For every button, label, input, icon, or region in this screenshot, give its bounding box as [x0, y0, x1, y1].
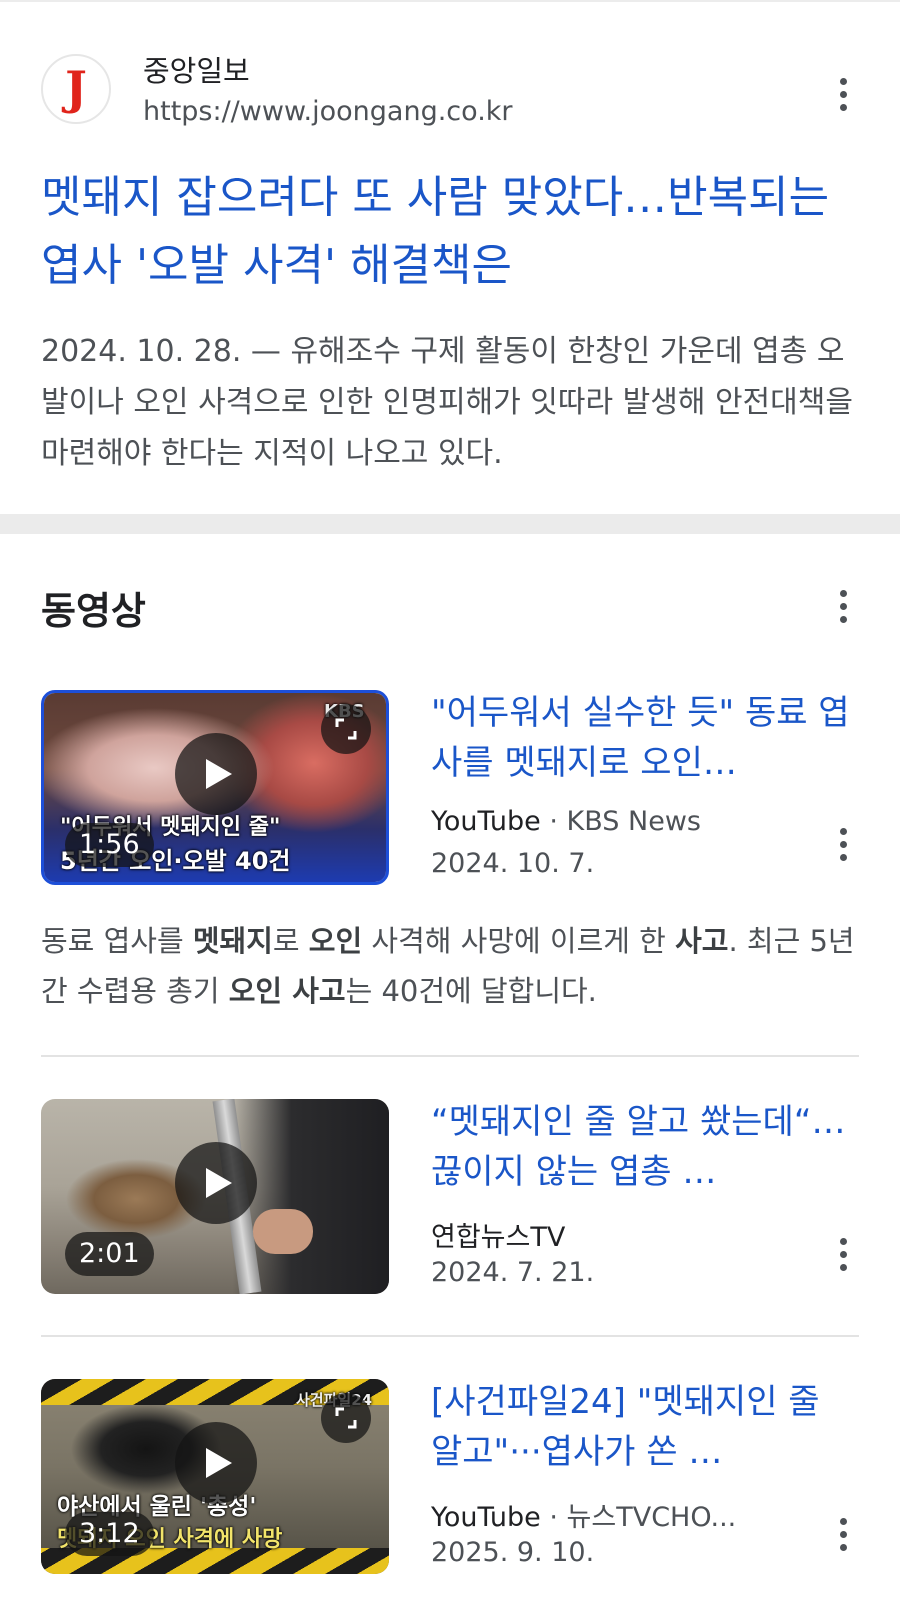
snippet-keyword: 멧돼지	[192, 924, 273, 958]
divider-1	[41, 1055, 859, 1057]
snippet-keyword: 사고	[675, 924, 729, 958]
news-result[interactable]: J 중앙일보 https://www.joongang.co.kr 멧돼지 잡으…	[0, 0, 900, 514]
site-logo-letter: J	[65, 61, 87, 115]
site-url[interactable]: https://www.joongang.co.kr	[143, 96, 513, 127]
videos-section-title: 동영상	[41, 589, 146, 633]
video-channel: KBS News	[566, 806, 701, 837]
site-name[interactable]: 중앙일보	[143, 48, 250, 90]
snippet-keyword: 오인	[308, 924, 363, 958]
video-platform: YouTube	[431, 1502, 541, 1533]
video-source-3: YouTube · 뉴스TVCHO...	[431, 1495, 736, 1534]
video-platform: YouTube	[431, 806, 541, 837]
video-channel: 뉴스TVCHO...	[566, 1502, 737, 1533]
snippet-text: 사격해 사망에 이르게 한	[362, 924, 676, 958]
video-thumbnail-3[interactable]: 야산에서 울린 '총성' 멧돼지 오인 사격에 사망 사건파일24 3:12	[41, 1379, 389, 1574]
snippet-text: 는 40건에 달합니다.	[345, 974, 597, 1008]
video-date-1: 2024. 10. 7.	[431, 848, 595, 879]
snippet-text: 로	[272, 924, 309, 958]
news-title-link[interactable]: 멧돼지 잡으려다 또 사람 맞았다…반복되는 엽사 '오발 사격' 해결책은	[41, 164, 871, 300]
video-duration-2: 2:01	[65, 1232, 154, 1276]
video-thumbnail-2[interactable]: 2:01	[41, 1099, 389, 1294]
play-icon[interactable]	[175, 1142, 257, 1224]
expand-icon[interactable]	[321, 704, 371, 754]
videos-more-icon[interactable]	[828, 584, 858, 628]
video-snippet-1: 동료 엽사를 멧돼지로 오인 사격해 사망에 이르게 한 사고. 최근 5년간 …	[41, 916, 871, 1016]
play-icon[interactable]	[175, 733, 257, 815]
snippet-text: 동료 엽사를	[41, 924, 193, 958]
video-title-link-2[interactable]: “멧돼지인 줄 알고 쐈는데“…끊이지 않는 엽총 …	[431, 1097, 851, 1197]
video-more-icon-1[interactable]	[828, 822, 858, 866]
news-more-icon[interactable]	[828, 72, 858, 116]
news-snippet: 2024. 10. 28. — 유해조수 구제 활동이 한창인 가운데 엽총 오…	[41, 334, 853, 471]
section-separator	[0, 514, 900, 534]
video-duration-1: 1:56	[65, 823, 154, 867]
play-icon[interactable]	[175, 1422, 257, 1504]
video-thumbnail-1[interactable]: "어두워서 멧돼지인 줄" 5년간 오인·오발 40건 KBS 1:56	[41, 690, 389, 885]
source-separator: ·	[540, 806, 567, 837]
video-duration-3: 3:12	[65, 1512, 154, 1556]
source-separator: ·	[540, 1502, 567, 1533]
snippet-keyword: 오인 사고	[228, 974, 346, 1008]
video-more-icon-2[interactable]	[828, 1232, 858, 1276]
video-title-link-1[interactable]: "어두워서 실수한 듯" 동료 엽사를 멧돼지로 오인…	[431, 688, 851, 788]
video-source-1: YouTube · KBS News	[431, 806, 701, 837]
site-logo: J	[41, 54, 111, 124]
video-title-link-3[interactable]: [사건파일24] "멧돼지인 줄 알고"···엽사가 쏜 …	[431, 1377, 851, 1477]
video-more-icon-3[interactable]	[828, 1512, 858, 1556]
expand-icon[interactable]	[321, 1393, 371, 1443]
divider-2	[41, 1335, 859, 1337]
video-source-2: 연합뉴스TV	[431, 1222, 566, 1253]
video-date-3: 2025. 9. 10.	[431, 1537, 595, 1568]
video-date-2: 2024. 7. 21.	[431, 1257, 595, 1288]
